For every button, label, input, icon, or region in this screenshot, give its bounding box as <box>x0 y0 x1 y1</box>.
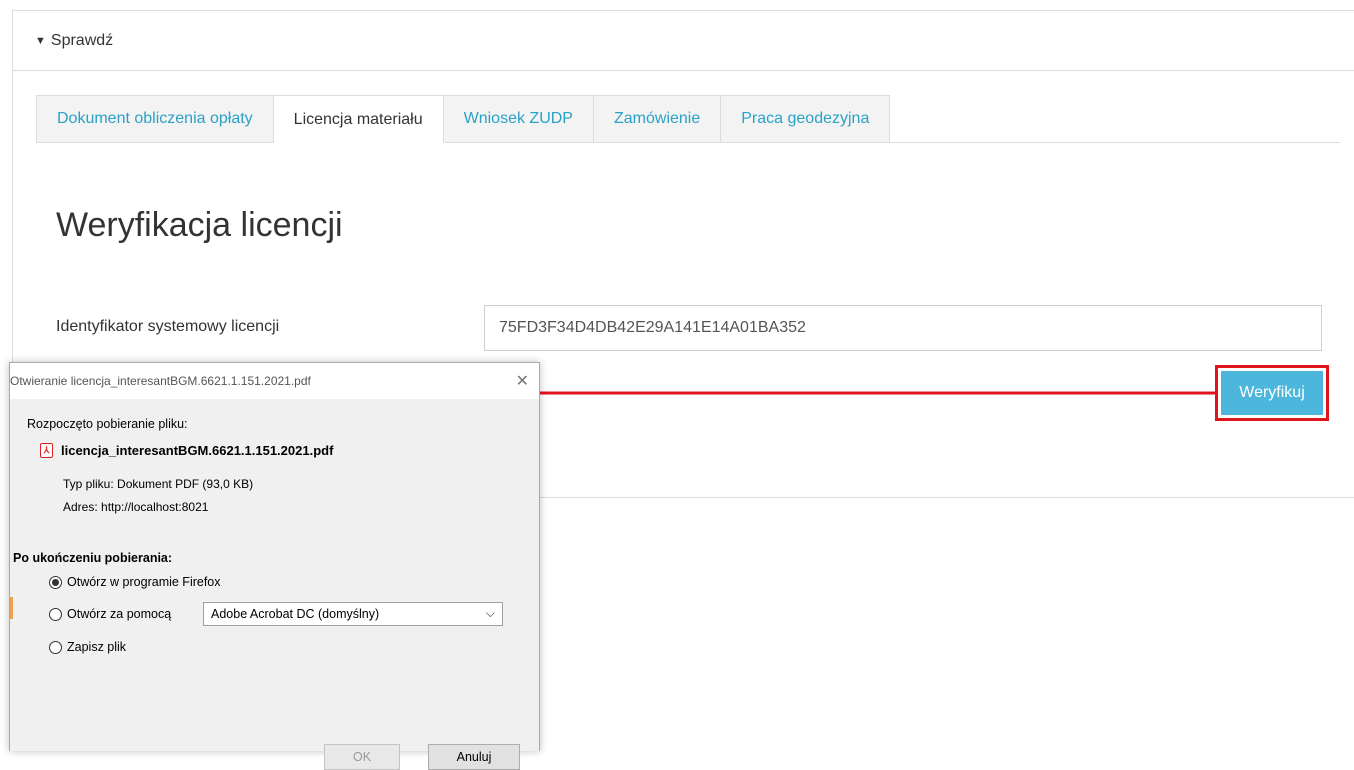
address-value: http://localhost:8021 <box>101 500 209 514</box>
option-open-firefox-label: Otwórz w programie Firefox <box>67 575 221 589</box>
application-select-value: Adobe Acrobat DC (domyślny) <box>211 607 380 621</box>
verify-button[interactable]: Weryfikuj <box>1221 371 1323 415</box>
option-open-with-label: Otwórz za pomocą <box>67 607 172 621</box>
caret-down-icon: ▼ <box>35 34 46 47</box>
page-title: Weryfikacja licencji <box>56 206 343 244</box>
radio-icon[interactable] <box>49 640 62 654</box>
tab-survey-work[interactable]: Praca geodezyjna <box>720 95 891 142</box>
pdf-file-icon: ⅄ <box>40 443 53 458</box>
tab-fee-document[interactable]: Dokument obliczenia opłaty <box>36 95 274 142</box>
dialog-titlebar: Otwieranie licencja_interesantBGM.6621.1… <box>10 363 539 399</box>
option-save-file[interactable]: Zapisz plik <box>49 640 126 654</box>
radio-icon[interactable] <box>49 607 62 621</box>
chevron-down-icon: ⌵ <box>485 606 495 620</box>
tab-label: Dokument obliczenia opłaty <box>57 110 253 127</box>
application-select[interactable]: Adobe Acrobat DC (domyślny) ⌵ <box>203 602 503 626</box>
radio-checked-icon[interactable] <box>49 575 62 589</box>
option-save-label: Zapisz plik <box>67 640 127 654</box>
address-label: Adres: <box>63 500 98 514</box>
cancel-button[interactable]: Anuluj <box>428 744 520 770</box>
license-id-input[interactable] <box>484 305 1322 351</box>
tab-material-license[interactable]: Licencja materiału <box>272 95 444 143</box>
tab-zudp-request[interactable]: Wniosek ZUDP <box>442 95 594 142</box>
file-type-value: Dokument PDF (93,0 KB) <box>117 477 254 491</box>
ok-button[interactable]: OK <box>324 744 400 770</box>
file-address-row: Adres: http://localhost:8021 <box>63 500 208 514</box>
check-section-toggle[interactable]: ▼ Sprawdź <box>13 11 1354 71</box>
license-id-label: Identyfikator systemowy licencji <box>56 318 280 335</box>
check-section-label: Sprawdź <box>50 31 114 49</box>
tab-label: Praca geodezyjna <box>741 110 870 127</box>
after-download-label: Po ukończeniu pobierania: <box>13 551 173 565</box>
focus-accent <box>10 597 13 619</box>
download-dialog: Otwieranie licencja_interesantBGM.6621.1… <box>9 362 540 770</box>
file-type-label: Typ pliku: <box>63 477 114 491</box>
tab-label: Wniosek ZUDP <box>463 110 573 127</box>
file-name: licencja_interesantBGM.6621.1.151.2021.p… <box>61 443 334 458</box>
tab-order[interactable]: Zamówienie <box>592 95 722 142</box>
tab-bar: Dokument obliczenia opłaty Licencja mate… <box>36 95 1340 143</box>
option-open-with[interactable]: Otwórz za pomocą <box>49 607 171 621</box>
option-open-firefox[interactable]: Otwórz w programie Firefox <box>49 575 221 589</box>
close-icon[interactable]: ✕ <box>516 371 529 391</box>
dialog-title: Otwieranie licencja_interesantBGM.6621.1… <box>10 374 311 388</box>
file-row: ⅄ licencja_interesantBGM.6621.1.151.2021… <box>40 443 333 458</box>
tab-label: Zamówienie <box>613 110 701 127</box>
file-type-row: Typ pliku: Dokument PDF (93,0 KB) <box>63 477 253 491</box>
tab-label: Licencja materiału <box>293 110 423 128</box>
download-started-text: Rozpoczęto pobieranie pliku: <box>27 417 188 431</box>
